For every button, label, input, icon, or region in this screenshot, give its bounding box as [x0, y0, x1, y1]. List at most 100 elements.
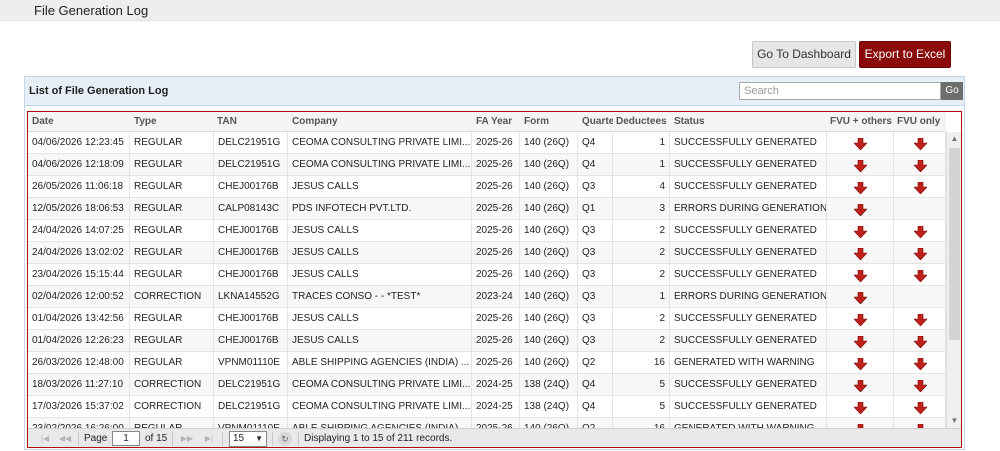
cell-tan: CHEJ00176B — [214, 220, 288, 242]
cell-deductees: 1 — [613, 286, 670, 308]
last-page-icon[interactable]: ▶| — [200, 432, 218, 446]
table-row[interactable]: 12/05/2026 18:06:53 REGULAR CALP08143C PDS … — [28, 198, 946, 220]
download-arrow-icon[interactable] — [913, 225, 928, 239]
cell-company: CEOMA CONSULTING PRIVATE LIMI... — [288, 374, 472, 396]
search-input[interactable] — [739, 82, 941, 100]
download-arrow-icon[interactable] — [913, 357, 928, 371]
cell-type: REGULAR — [130, 264, 214, 286]
first-page-icon[interactable]: |◀ — [36, 432, 54, 446]
download-arrow-icon[interactable] — [913, 159, 928, 173]
download-arrow-icon[interactable] — [853, 401, 868, 415]
table-row[interactable]: 17/03/2026 15:37:02 CORRECTION DELC21951G C… — [28, 396, 946, 418]
next-page-icon[interactable]: ▶▶ — [178, 432, 196, 446]
grid-rows: 04/06/2026 12:23:45 REGULAR DELC21951G CEOM… — [28, 132, 946, 428]
col-header-quarter[interactable]: Quarte — [582, 116, 613, 127]
prev-page-icon[interactable]: ◀◀ — [56, 432, 74, 446]
table-row[interactable]: 23/04/2026 15:15:44 REGULAR CHEJ00176B JESU… — [28, 264, 946, 286]
cell-company: JESUS CALLS — [288, 264, 472, 286]
cell-fa-year: 2025-26 — [472, 418, 520, 428]
download-arrow-icon[interactable] — [853, 159, 868, 173]
refresh-icon[interactable]: ↻ — [278, 432, 292, 446]
cell-fa-year: 2025-26 — [472, 242, 520, 264]
cell-fvu-only — [894, 264, 946, 286]
table-row[interactable]: 18/03/2026 11:27:10 CORRECTION DELC21951G C… — [28, 374, 946, 396]
search-go-button[interactable]: Go — [941, 82, 963, 100]
download-arrow-icon[interactable] — [913, 313, 928, 327]
table-row[interactable]: 26/05/2026 11:06:18 REGULAR CHEJ00176B JESU… — [28, 176, 946, 198]
download-arrow-icon[interactable] — [913, 247, 928, 261]
table-row[interactable]: 02/04/2026 12:00:52 CORRECTION LKNA14552G T… — [28, 286, 946, 308]
go-to-dashboard-button[interactable]: Go To Dashboard — [752, 41, 856, 68]
table-row[interactable]: 24/04/2026 14:07:25 REGULAR CHEJ00176B JESU… — [28, 220, 946, 242]
cell-type: CORRECTION — [130, 286, 214, 308]
download-arrow-icon[interactable] — [853, 247, 868, 261]
cell-status: GENERATED WITH WARNING — [670, 418, 827, 428]
col-header-deductees[interactable]: Deductees — [616, 116, 671, 127]
cell-form: 138 (24Q) — [520, 374, 578, 396]
scroll-thumb[interactable] — [949, 148, 960, 340]
col-header-form[interactable]: Form — [524, 116, 578, 127]
cell-tan: CHEJ00176B — [214, 176, 288, 198]
download-arrow-icon[interactable] — [913, 335, 928, 349]
col-header-date[interactable]: Date — [32, 116, 128, 127]
download-arrow-icon[interactable] — [853, 291, 868, 305]
download-arrow-icon[interactable] — [853, 269, 868, 283]
page-size-select[interactable]: 15 ▼ — [229, 431, 267, 447]
cell-fa-year: 2025-26 — [472, 220, 520, 242]
cell-date: 24/04/2026 13:02:02 — [28, 242, 130, 264]
export-to-excel-button[interactable]: Export to Excel — [859, 41, 951, 68]
col-header-fvu-others[interactable]: FVU + others — [830, 116, 894, 127]
cell-deductees: 3 — [613, 198, 670, 220]
download-arrow-icon[interactable] — [853, 335, 868, 349]
col-header-fa-year[interactable]: FA Year — [476, 116, 518, 127]
cell-quarter: Q4 — [578, 132, 613, 154]
download-arrow-icon[interactable] — [853, 181, 868, 195]
table-row[interactable]: 26/03/2026 12:48:00 REGULAR VPNM01110E ABLE… — [28, 352, 946, 374]
cell-date: 24/04/2026 14:07:25 — [28, 220, 130, 242]
scroll-up-icon[interactable]: ▲ — [947, 132, 961, 146]
pager-separator — [272, 432, 273, 446]
cell-deductees: 16 — [613, 418, 670, 428]
cell-quarter: Q3 — [578, 220, 613, 242]
cell-fa-year: 2025-26 — [472, 264, 520, 286]
cell-type: REGULAR — [130, 198, 214, 220]
download-arrow-icon[interactable] — [853, 357, 868, 371]
table-row[interactable]: 01/04/2026 12:26:23 REGULAR CHEJ00176B JESU… — [28, 330, 946, 352]
col-header-fvu-only[interactable]: FVU only — [897, 116, 946, 127]
cell-date: 26/03/2026 12:48:00 — [28, 352, 130, 374]
scroll-down-icon[interactable]: ▼ — [947, 414, 961, 428]
cell-form: 140 (26Q) — [520, 418, 578, 428]
page-number-input[interactable] — [112, 431, 140, 446]
col-header-company[interactable]: Company — [292, 116, 470, 127]
download-arrow-icon[interactable] — [853, 379, 868, 393]
cell-fvu-others — [827, 308, 894, 330]
table-row[interactable]: 01/04/2026 13:42:56 REGULAR CHEJ00176B JESU… — [28, 308, 946, 330]
cell-quarter: Q3 — [578, 308, 613, 330]
col-header-type[interactable]: Type — [134, 116, 212, 127]
cell-company: PDS INFOTECH PVT.LTD. — [288, 198, 472, 220]
download-arrow-icon[interactable] — [913, 401, 928, 415]
download-arrow-icon[interactable] — [853, 137, 868, 151]
download-arrow-icon[interactable] — [853, 225, 868, 239]
cell-fvu-only — [894, 220, 946, 242]
cell-form: 140 (26Q) — [520, 242, 578, 264]
download-arrow-icon[interactable] — [913, 379, 928, 393]
vertical-scrollbar[interactable]: ▲ ▼ — [946, 132, 961, 428]
col-header-tan[interactable]: TAN — [217, 116, 285, 127]
table-row[interactable]: 24/04/2026 13:02:02 REGULAR CHEJ00176B JESU… — [28, 242, 946, 264]
cell-fvu-others — [827, 220, 894, 242]
col-header-status[interactable]: Status — [674, 116, 824, 127]
table-row[interactable]: 23/02/2026 16:26:00REGULARVPNM01110EABLE… — [28, 418, 946, 428]
page-count-label: of 15 — [145, 433, 168, 444]
cell-status: SUCCESSFULLY GENERATED — [670, 176, 827, 198]
table-row[interactable]: 04/06/2026 12:23:45 REGULAR DELC21951G CEOM… — [28, 132, 946, 154]
cell-quarter: Q2 — [578, 352, 613, 374]
cell-fvu-others — [827, 374, 894, 396]
download-arrow-icon[interactable] — [913, 269, 928, 283]
table-row[interactable]: 04/06/2026 12:18:09 REGULAR DELC21951G CEOM… — [28, 154, 946, 176]
download-arrow-icon[interactable] — [853, 203, 868, 217]
cell-deductees: 2 — [613, 308, 670, 330]
download-arrow-icon[interactable] — [913, 181, 928, 195]
download-arrow-icon[interactable] — [913, 137, 928, 151]
download-arrow-icon[interactable] — [853, 313, 868, 327]
